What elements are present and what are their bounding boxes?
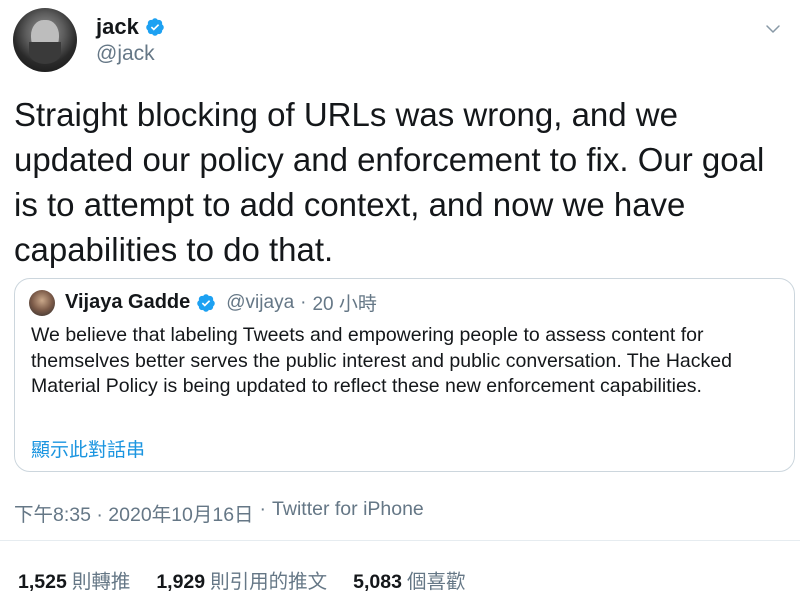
quoted-tweet-header: Vijaya Gadde @vijaya · 20 小時 (29, 289, 377, 316)
tweet-meta: 下午8:35 · 2020年10月16日 · Twitter for iPhon… (14, 498, 424, 527)
quoted-separator: · (300, 291, 307, 313)
quoted-author-avatar (29, 289, 55, 316)
quoted-time: 20 小時 (312, 294, 377, 315)
tweet-source[interactable]: Twitter for iPhone (272, 498, 424, 527)
quote-tweets-stat[interactable]: 1,929 則引用的推文 (156, 565, 327, 594)
tweet-card: jack @jack Straight blocking of URLs was… (0, 0, 800, 600)
likes-count: 5,083 (353, 571, 402, 593)
verified-badge-icon (197, 293, 216, 312)
meta-separator: · (259, 498, 267, 520)
quoted-tweet-text: We believe that labeling Tweets and empo… (31, 324, 732, 397)
avatar-beard (29, 42, 61, 64)
quoted-author-display-name: Vijaya Gadde (65, 291, 191, 313)
show-thread-link[interactable]: 顯示此對話串 (31, 435, 145, 462)
retweets-count: 1,525 (18, 571, 67, 593)
likes-label: 個喜歡 (406, 571, 466, 593)
quote-tweets-label: 則引用的推文 (210, 571, 328, 593)
tweet-timestamp[interactable]: 下午8:35 · 2020年10月16日 (14, 498, 254, 527)
retweets-label: 則轉推 (71, 571, 131, 593)
author-display-name[interactable]: jack (96, 14, 139, 40)
tweet-stats: 1,525 則轉推 1,929 則引用的推文 5,083 個喜歡 (18, 565, 465, 594)
tweet-header: jack @jack (10, 8, 790, 74)
author-handle[interactable]: @jack (96, 42, 155, 66)
verified-badge-icon (146, 18, 164, 36)
quoted-author-handle: @vijaya (226, 291, 295, 313)
quote-tweets-count: 1,929 (156, 571, 206, 593)
likes-stat[interactable]: 5,083 個喜歡 (353, 565, 465, 594)
author-name-row[interactable]: jack (96, 14, 165, 40)
tweet-text: Straight blocking of URLs was wrong, and… (14, 96, 765, 268)
author-avatar[interactable] (13, 8, 77, 72)
quoted-tweet[interactable]: Vijaya Gadde @vijaya · 20 小時 We believe … (14, 278, 795, 472)
divider (0, 540, 800, 541)
retweets-stat[interactable]: 1,525 則轉推 (18, 565, 130, 594)
chevron-down-icon[interactable] (764, 20, 782, 38)
